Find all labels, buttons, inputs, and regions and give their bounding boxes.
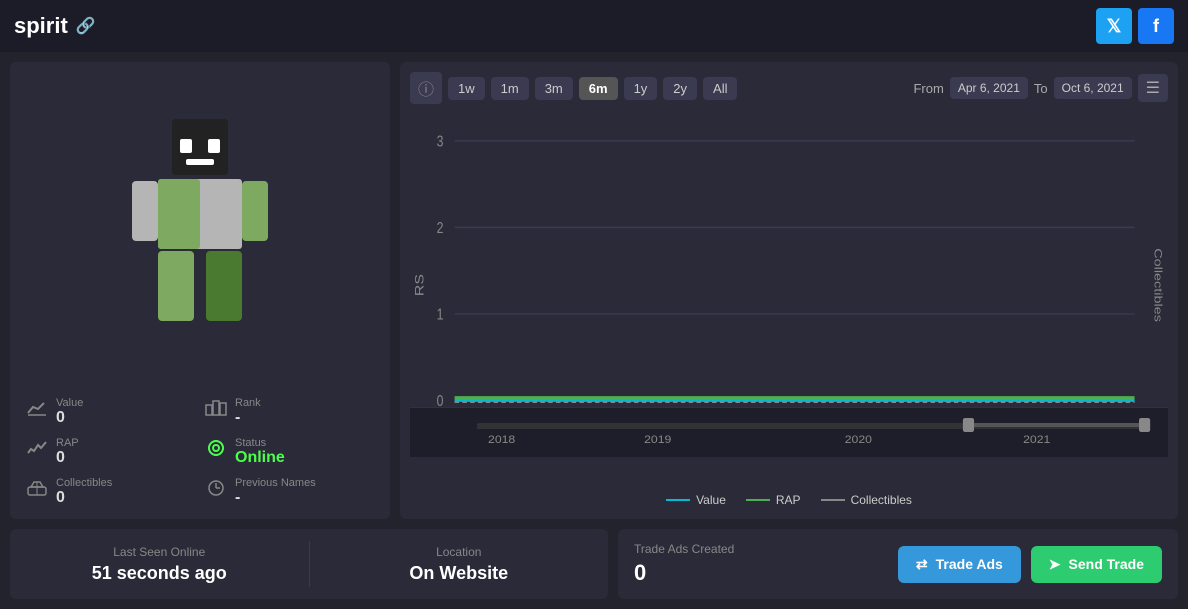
status-icon bbox=[205, 439, 227, 462]
chart-menu-icon[interactable]: ☰ bbox=[1138, 74, 1168, 102]
legend-collectibles-label: Collectibles bbox=[851, 493, 912, 507]
legend-value: Value bbox=[666, 493, 726, 507]
previous-names-label: Previous Names bbox=[235, 477, 316, 489]
link-icon: 🔗 bbox=[76, 16, 96, 36]
trade-ads-value: 0 bbox=[634, 560, 888, 586]
svg-text:2020: 2020 bbox=[845, 434, 873, 446]
social-buttons: 𝕏 f bbox=[1096, 8, 1174, 44]
chart-area: 3 2 1 0 RS Collectibles May '21 Jun '21 … bbox=[410, 112, 1168, 487]
location-label: Location bbox=[436, 545, 481, 559]
value-icon bbox=[26, 399, 48, 422]
rap-number: 0 bbox=[56, 449, 79, 467]
trade-ads-btn-label: Trade Ads bbox=[936, 556, 1003, 572]
collectibles-icon bbox=[26, 479, 48, 502]
bottom-right-panel: Trade Ads Created 0 ⇄ Trade Ads ➤ Send T… bbox=[618, 529, 1178, 599]
stats-grid: Value 0 Rank - RAP bbox=[10, 385, 390, 519]
status-value: Online bbox=[235, 449, 285, 467]
stat-rank: Rank - bbox=[205, 397, 374, 427]
timeline-area: 2018 2019 2020 2021 bbox=[410, 407, 1168, 457]
legend-value-label: Value bbox=[696, 493, 726, 507]
alert-icon[interactable]: ⓘ bbox=[410, 72, 442, 104]
trade-ads-info: Trade Ads Created 0 bbox=[634, 542, 888, 586]
previous-names-value: - bbox=[235, 489, 316, 507]
value-label: Value bbox=[56, 397, 83, 409]
time-btn-1y[interactable]: 1y bbox=[624, 77, 658, 100]
legend-collectibles-line bbox=[821, 499, 845, 501]
chart-toolbar: ⓘ 1w 1m 3m 6m 1y 2y All From Apr 6, 2021… bbox=[410, 72, 1168, 104]
header: spirit 🔗 𝕏 f bbox=[0, 0, 1188, 52]
stat-collectibles: Collectibles 0 bbox=[26, 477, 195, 507]
status-label: Status bbox=[235, 437, 285, 449]
svg-text:2019: 2019 bbox=[644, 434, 671, 446]
svg-text:2: 2 bbox=[437, 220, 444, 238]
svg-text:2021: 2021 bbox=[1023, 434, 1050, 446]
legend-value-line bbox=[666, 499, 690, 501]
value-number: 0 bbox=[56, 409, 83, 427]
logo-text: spirit bbox=[14, 13, 68, 39]
send-trade-btn-label: Send Trade bbox=[1069, 556, 1144, 572]
time-btn-all[interactable]: All bbox=[703, 77, 737, 100]
bottom-bar: Last Seen Online 51 seconds ago Location… bbox=[0, 529, 1188, 609]
chart-panel: ⓘ 1w 1m 3m 6m 1y 2y All From Apr 6, 2021… bbox=[400, 62, 1178, 519]
rank-number: - bbox=[235, 409, 261, 427]
stat-value: Value 0 bbox=[26, 397, 195, 427]
collectibles-label: Collectibles bbox=[56, 477, 112, 489]
last-seen-stat: Last Seen Online 51 seconds ago bbox=[10, 529, 309, 599]
rap-label: RAP bbox=[56, 437, 79, 449]
legend-collectibles: Collectibles bbox=[821, 493, 912, 507]
location-stat: Location On Website bbox=[310, 529, 609, 599]
avatar-image bbox=[120, 109, 280, 339]
location-value: On Website bbox=[409, 563, 508, 584]
send-trade-button[interactable]: ➤ Send Trade bbox=[1031, 546, 1162, 583]
twitter-button[interactable]: 𝕏 bbox=[1096, 8, 1132, 44]
trade-ads-label: Trade Ads Created bbox=[634, 542, 888, 556]
rank-icon bbox=[205, 399, 227, 422]
logo: spirit 🔗 bbox=[14, 13, 96, 39]
from-label: From bbox=[913, 81, 943, 96]
time-btn-6m[interactable]: 6m bbox=[579, 77, 618, 100]
avatar-panel: Value 0 Rank - RAP bbox=[10, 62, 390, 519]
svg-text:Collectibles: Collectibles bbox=[1152, 248, 1165, 322]
bottom-left-panel: Last Seen Online 51 seconds ago Location… bbox=[10, 529, 608, 599]
chart-legend: Value RAP Collectibles bbox=[410, 487, 1168, 509]
legend-rap-line bbox=[746, 499, 770, 501]
rap-icon bbox=[26, 439, 48, 462]
stat-status: Status Online bbox=[205, 437, 374, 467]
time-btn-1w[interactable]: 1w bbox=[448, 77, 485, 100]
svg-text:1: 1 bbox=[437, 306, 444, 324]
avatar-display bbox=[10, 62, 390, 385]
send-trade-icon: ➤ bbox=[1049, 556, 1061, 573]
legend-rap: RAP bbox=[746, 493, 801, 507]
from-date: Apr 6, 2021 bbox=[950, 77, 1028, 99]
trade-ads-icon: ⇄ bbox=[916, 556, 928, 573]
to-label: To bbox=[1034, 81, 1048, 96]
rank-label: Rank bbox=[235, 397, 261, 409]
time-btn-3m[interactable]: 3m bbox=[535, 77, 573, 100]
time-btn-2y[interactable]: 2y bbox=[663, 77, 697, 100]
facebook-button[interactable]: f bbox=[1138, 8, 1174, 44]
svg-text:RS: RS bbox=[413, 274, 427, 296]
collectibles-number: 0 bbox=[56, 489, 112, 507]
last-seen-value: 51 seconds ago bbox=[92, 563, 227, 584]
to-date: Oct 6, 2021 bbox=[1054, 77, 1132, 99]
legend-rap-label: RAP bbox=[776, 493, 801, 507]
time-btn-1m[interactable]: 1m bbox=[491, 77, 529, 100]
stat-rap: RAP 0 bbox=[26, 437, 195, 467]
trade-ads-button[interactable]: ⇄ Trade Ads bbox=[898, 546, 1021, 583]
date-range: From Apr 6, 2021 To Oct 6, 2021 ☰ bbox=[913, 74, 1168, 102]
stat-previous-names: Previous Names - bbox=[205, 477, 374, 507]
previous-names-icon bbox=[205, 479, 227, 502]
svg-text:3: 3 bbox=[437, 133, 444, 151]
svg-text:2018: 2018 bbox=[488, 434, 515, 446]
main-content: Value 0 Rank - RAP bbox=[0, 52, 1188, 529]
last-seen-label: Last Seen Online bbox=[113, 545, 205, 559]
